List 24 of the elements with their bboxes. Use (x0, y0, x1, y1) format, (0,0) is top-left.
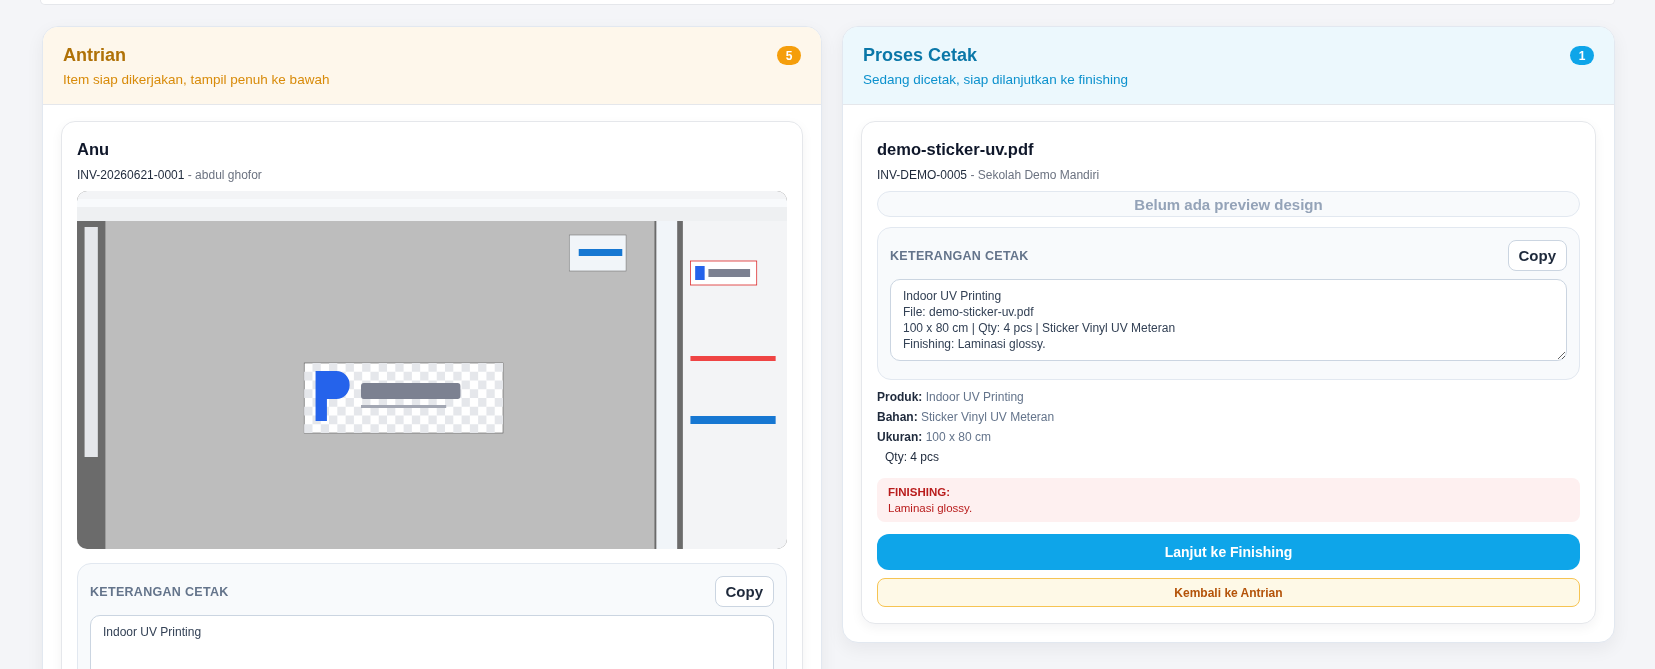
invoice-line: INV-DEMO-0005 - Sekolah Demo Mandiri (877, 168, 1101, 182)
finishing-label: FINISHING: (888, 486, 951, 498)
finishing-text: Laminasi glossy. (888, 502, 974, 514)
job-title: Anu (77, 140, 111, 159)
copy-button[interactable]: Copy (714, 576, 774, 607)
invoice-line: INV-20260621-0001 - abdul ghofor (77, 168, 263, 182)
column-subtitle: Item siap dikerjakan, tampil penuh ke bawah (63, 72, 330, 87)
note-field[interactable]: Indoor UV Printing (90, 615, 774, 669)
note-field[interactable]: Indoor UV Printing File: demo-sticker-uv.pdf 100 x 80 cm | Qty: 4 pcs | Sticker Vinyl UV Meteran Finishing: Laminasi glossy. (890, 279, 1567, 361)
detail-line: Ukuran: 100 x 80 cm (877, 430, 993, 444)
copy-button[interactable]: Copy (1507, 240, 1567, 271)
detail-line: Produk: Indoor UV Printing (877, 390, 1025, 404)
preview-field: Belum ada preview design (877, 191, 1580, 217)
note-label: KETERANGAN CETAK (90, 584, 229, 599)
column-title: Antrian (63, 45, 127, 66)
back-to-queue-button[interactable]: Kembali ke Antrian (877, 578, 1580, 607)
quantity-text: Qty: 4 pcs (884, 450, 941, 464)
detail-line: Bahan: Sticker Vinyl UV Meteran (877, 410, 1056, 424)
column-title: Proses Cetak (863, 45, 979, 66)
count-badge: 1 (1570, 46, 1594, 65)
column-subtitle: Sedang dicetak, siap dilanjutkan ke finishing (863, 72, 1128, 87)
job-title: demo-sticker-uv.pdf (877, 140, 1035, 159)
count-badge: 5 (777, 46, 801, 65)
note-label: KETERANGAN CETAK (890, 248, 1029, 263)
